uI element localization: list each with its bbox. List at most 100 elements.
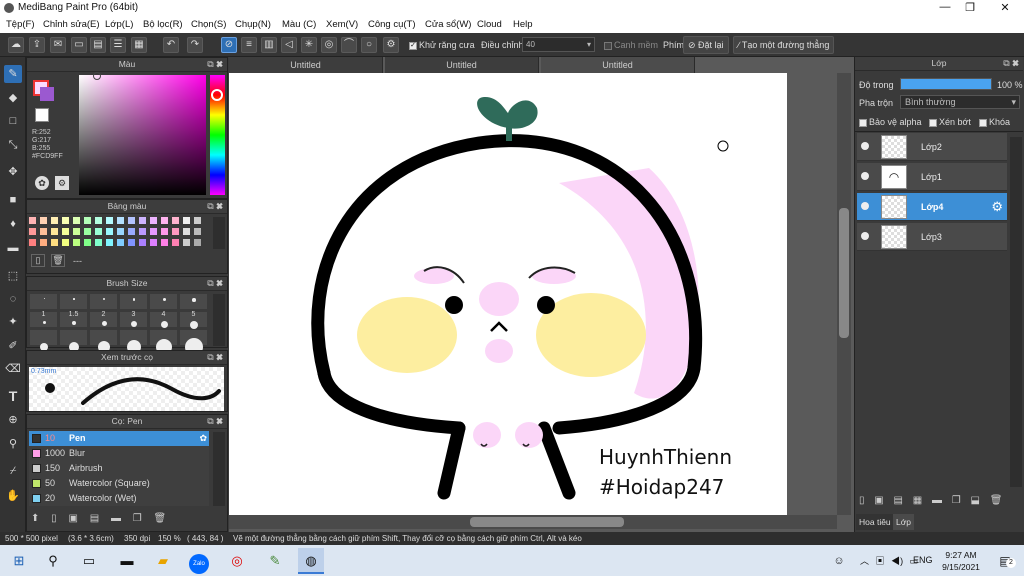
copy-brush-icon[interactable]: ▤	[90, 513, 99, 524]
opera-icon[interactable]: ◎	[224, 548, 250, 574]
brush-row[interactable]: 20 Watercolor (Wet)	[29, 491, 209, 506]
menu-layer[interactable]: Lớp(L)	[105, 19, 133, 30]
vertical-scrollbar[interactable]	[837, 73, 851, 515]
tab-layer[interactable]: Lớp	[893, 514, 915, 530]
doc-tab[interactable]: Untitled	[229, 57, 383, 73]
opacity-slider[interactable]	[900, 78, 992, 90]
task-view-icon[interactable]: ▭	[76, 548, 102, 574]
share-icon[interactable]: ⇪	[29, 37, 45, 53]
palette-icon[interactable]: ✿	[35, 176, 49, 190]
palette-swatch[interactable]	[84, 239, 91, 246]
palette-swatch[interactable]	[161, 239, 168, 246]
palette-swatch[interactable]	[161, 217, 168, 224]
palette-swatch[interactable]	[95, 228, 102, 235]
duplicate-icon[interactable]: ❐	[133, 513, 142, 524]
doc-tab-active[interactable]: Untitled	[541, 57, 695, 73]
palette-swatch[interactable]	[139, 217, 146, 224]
ellipse-snap-icon[interactable]: ○	[361, 37, 377, 53]
palette-swatch[interactable]	[117, 228, 124, 235]
palette-swatch[interactable]	[29, 239, 36, 246]
radial-snap-icon[interactable]: ✳	[301, 37, 317, 53]
new-8bit-layer-icon[interactable]: ▤	[894, 495, 903, 506]
network-icon[interactable]: ▣	[876, 556, 885, 566]
visibility-icon[interactable]	[861, 172, 869, 180]
straight-line-button[interactable]: ∕ Tạo một đường thẳng	[733, 36, 835, 54]
brush-settings-icon[interactable]: ✿	[199, 431, 207, 446]
brush-list-close-icon[interactable]: ⧉ ✖	[207, 415, 223, 428]
layer-row-selected[interactable]: Lớp4 ⚙	[857, 193, 1007, 221]
palette-swatch[interactable]	[150, 217, 157, 224]
palette-swatch[interactable]	[73, 239, 80, 246]
palette-swatch[interactable]	[51, 239, 58, 246]
gradient-tool-icon[interactable]: ▬	[4, 239, 22, 257]
duplicate-layer-icon[interactable]: ❐	[952, 495, 961, 506]
brush-size-cell[interactable]	[179, 293, 208, 310]
undo-icon[interactable]: ↶	[163, 37, 179, 53]
protect-alpha-checkbox[interactable]: Bảo vệ alpha	[859, 117, 922, 127]
brush-size-cell[interactable]	[149, 329, 178, 355]
blend-select[interactable]: Bình thường ▾	[900, 95, 1020, 109]
menu-filter[interactable]: Bộ lọc(R)	[143, 19, 183, 30]
brush-size-cell[interactable]	[59, 329, 88, 352]
palette-swatch[interactable]	[29, 228, 36, 235]
new-layer-icon[interactable]: ▯	[859, 495, 865, 506]
snap-off-icon[interactable]: ⊘	[221, 37, 237, 53]
magic-wand-icon[interactable]: ✦	[4, 313, 22, 331]
select-rect-icon[interactable]: ⬚	[4, 267, 22, 285]
palette-swatch[interactable]	[194, 228, 201, 235]
visibility-icon[interactable]	[861, 142, 869, 150]
delete-layer-icon[interactable]: 🗑	[990, 495, 1003, 506]
menu-color[interactable]: Màu (C)	[282, 19, 316, 30]
panel-close-icon[interactable]: ⧉ ✖	[207, 58, 223, 71]
palette-swatch[interactable]	[106, 217, 113, 224]
layer-row[interactable]: Lớp3	[857, 223, 1007, 251]
move-tool-icon[interactable]: ✥	[4, 163, 22, 181]
maximize-button[interactable]: ❐	[955, 1, 985, 14]
palette-swatch[interactable]	[40, 239, 47, 246]
palette-swatch[interactable]	[62, 217, 69, 224]
palette-swatch[interactable]	[84, 228, 91, 235]
saturation-value-picker[interactable]	[79, 75, 206, 195]
windows-start-icon[interactable]: ⊞	[6, 548, 32, 574]
brush-size-scrollbar[interactable]	[213, 294, 225, 346]
search-icon[interactable]: ⚲	[40, 548, 66, 574]
doc-tab[interactable]: Untitled	[385, 57, 539, 73]
brush-size-cell[interactable]: 4	[149, 311, 178, 328]
horizontal-scroll-thumb[interactable]	[470, 517, 624, 527]
palette-swatch[interactable]	[150, 239, 157, 246]
brush-row[interactable]: 150 Airbrush	[29, 461, 209, 476]
layer-folder-icon[interactable]: ▬	[932, 495, 942, 506]
palette-swatch[interactable]	[40, 228, 47, 235]
menu-edit[interactable]: Chỉnh sửa(E)	[43, 19, 100, 30]
comment-icon[interactable]: ✉	[50, 37, 66, 53]
menu-cloud[interactable]: Cloud	[477, 19, 502, 30]
delete-palette-icon[interactable]: 🗑	[51, 254, 65, 267]
circle-snap-icon[interactable]: ◎	[321, 37, 337, 53]
brush-tool-icon[interactable]: ✎	[4, 65, 22, 83]
brush-row[interactable]: 10 Pen ✿	[29, 431, 209, 446]
list-icon[interactable]: ☰	[110, 37, 126, 53]
palette-swatch[interactable]	[29, 217, 36, 224]
brush-size-cell[interactable]	[29, 293, 58, 310]
palette-swatch[interactable]	[172, 239, 179, 246]
menu-select[interactable]: Chọn(S)	[191, 19, 226, 30]
palette-swatch[interactable]	[172, 217, 179, 224]
brush-size-cell[interactable]: 3	[119, 311, 148, 328]
palette-swatch[interactable]	[62, 239, 69, 246]
perspective-snap-icon[interactable]: ◁	[281, 37, 297, 53]
palette-swatch[interactable]	[183, 217, 190, 224]
layer-panel-close-icon[interactable]: ⧉ ✖	[1003, 57, 1019, 70]
reset-button[interactable]: ⊘ Đặt lại	[683, 36, 729, 54]
palette-swatch[interactable]	[51, 228, 58, 235]
brush-size-cell[interactable]	[149, 293, 178, 310]
palette-swatch[interactable]	[194, 239, 201, 246]
palette-swatch[interactable]	[139, 239, 146, 246]
language-indicator[interactable]: ENG	[913, 555, 933, 565]
palette-close-icon[interactable]: ⧉ ✖	[207, 200, 223, 213]
zalo-app[interactable]: Zalo	[186, 548, 212, 574]
close-button[interactable]: ✕	[990, 1, 1020, 14]
palette-swatch[interactable]	[95, 217, 102, 224]
brush-size-cell[interactable]: 1	[29, 311, 58, 328]
curve-tool-icon[interactable]: ⤡	[4, 136, 22, 154]
palette-swatch[interactable]	[128, 228, 135, 235]
